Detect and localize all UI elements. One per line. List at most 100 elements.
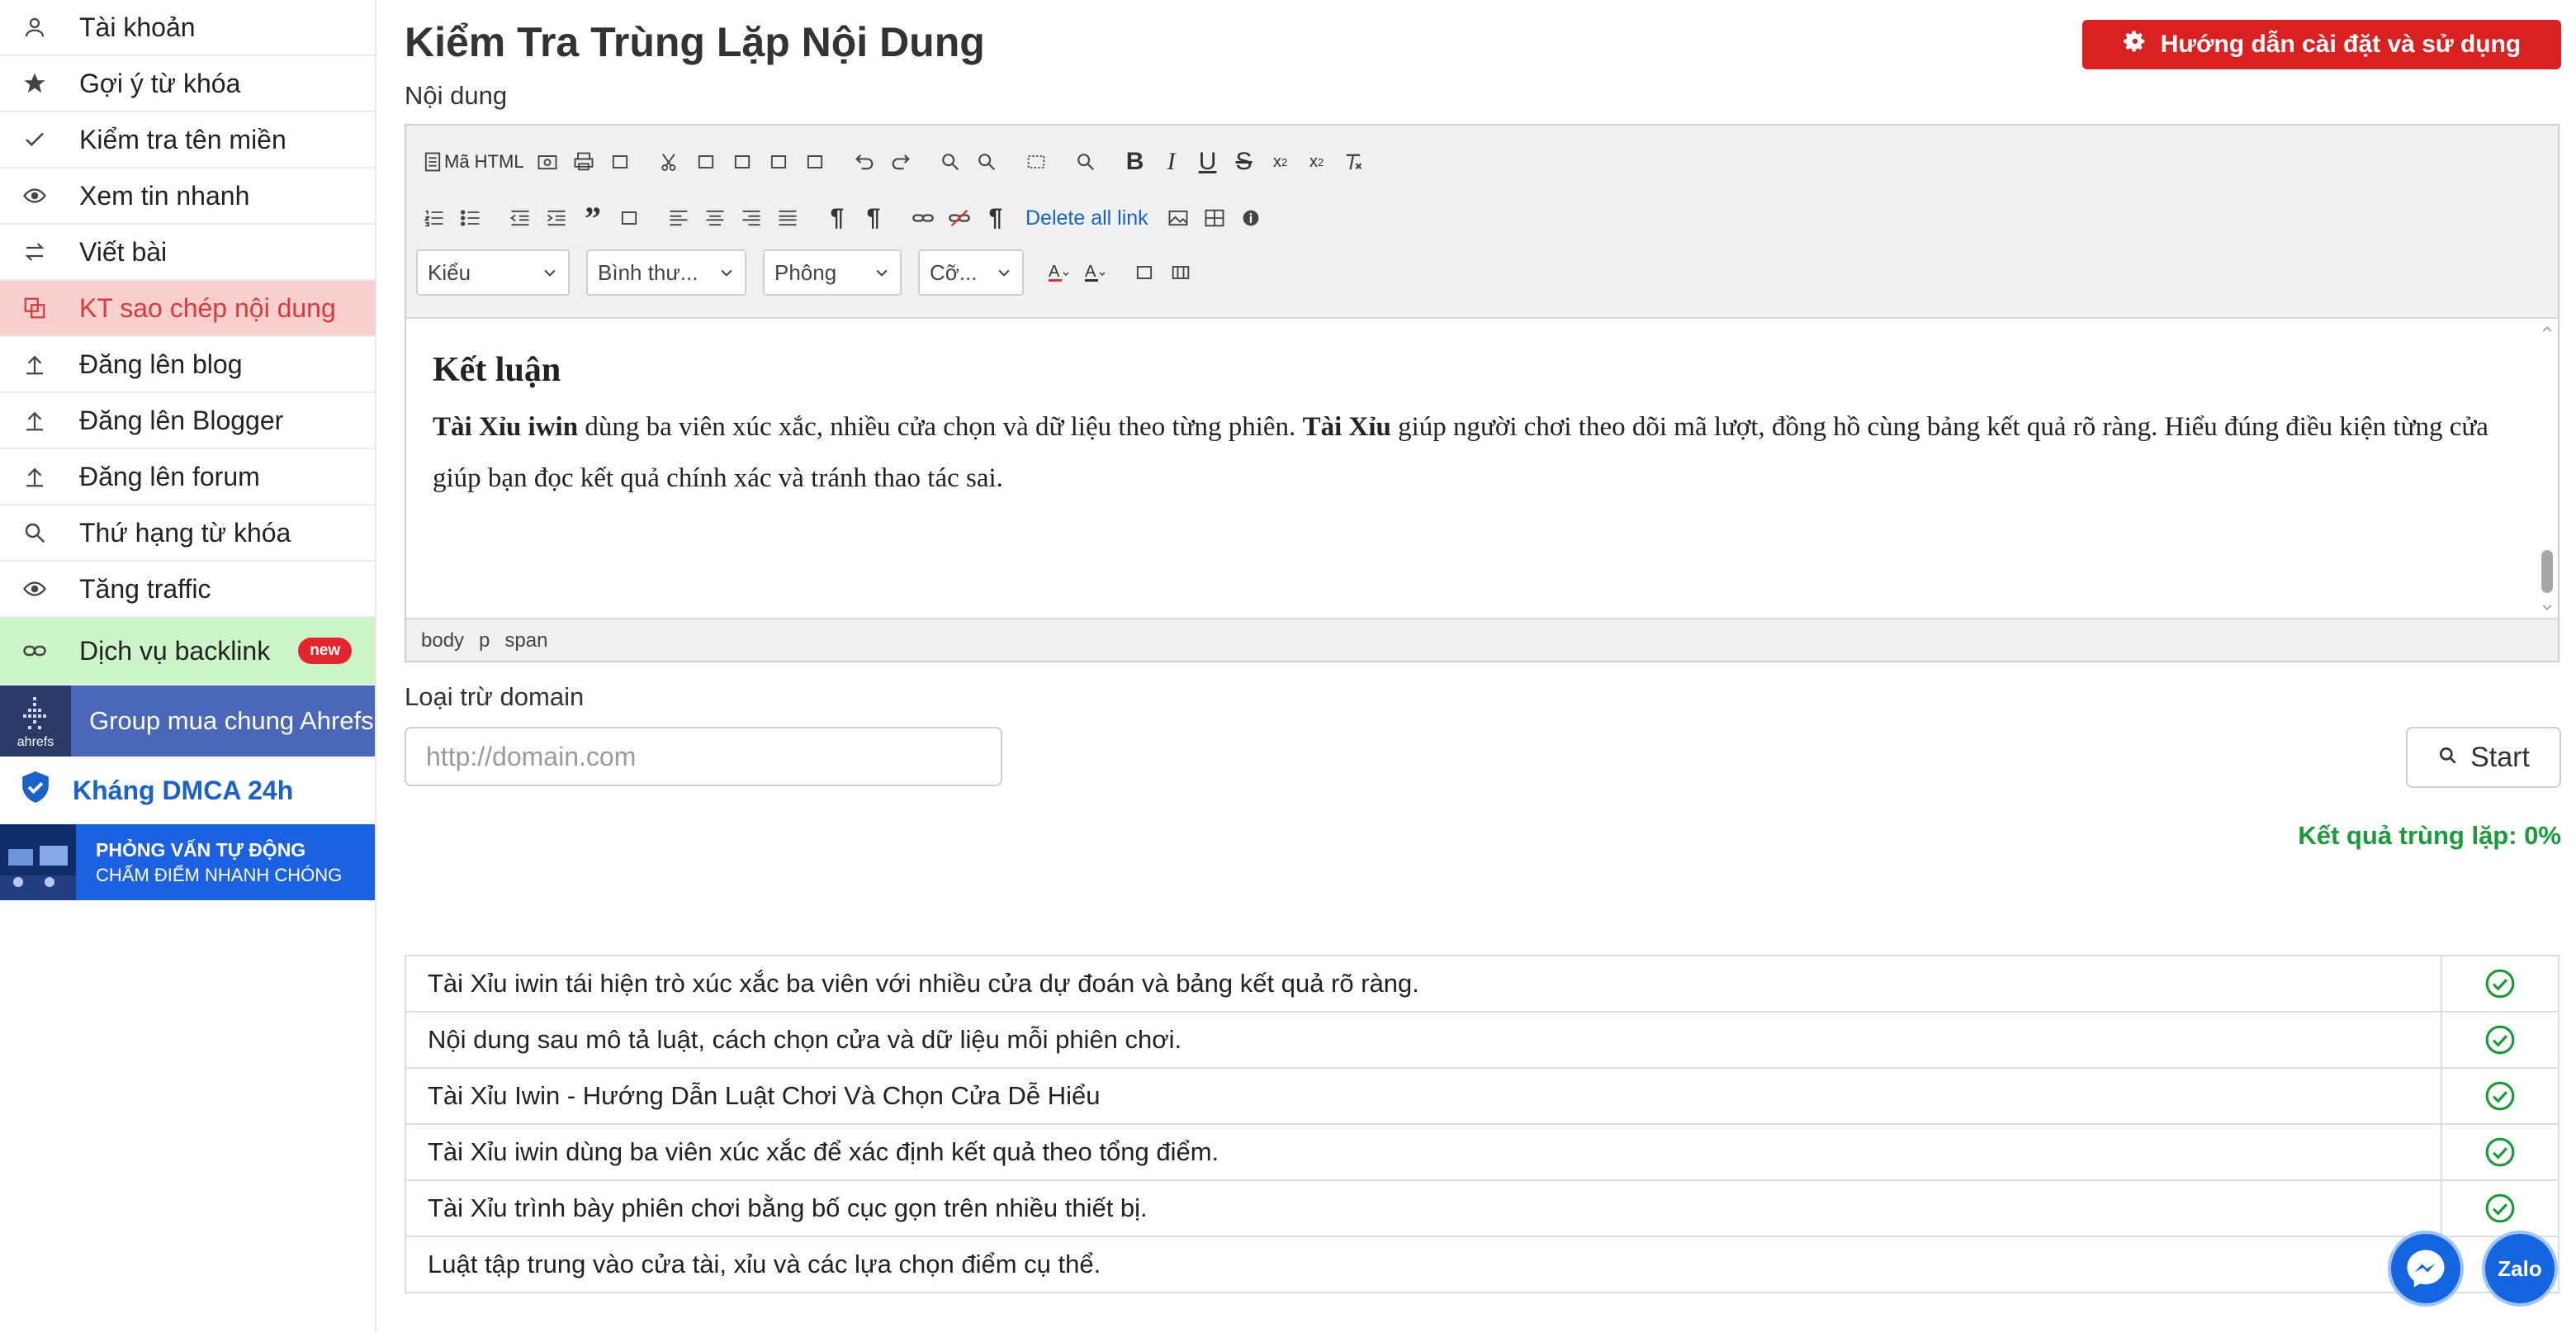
anchor-button[interactable]: ¶ — [978, 200, 1014, 236]
select-all-button[interactable] — [1018, 144, 1054, 180]
spellcheck-button[interactable] — [1068, 144, 1104, 180]
div-button[interactable] — [611, 200, 647, 236]
path-element[interactable]: span — [504, 629, 547, 652]
source-html-button[interactable]: Mã HTML — [416, 144, 529, 180]
cut-button[interactable] — [651, 144, 688, 180]
search-icon — [941, 154, 959, 171]
sidebar-item-domain-check[interactable]: Kiểm tra tên miền — [0, 112, 375, 168]
dmca-label: Kháng DMCA 24h — [73, 775, 294, 805]
link-button[interactable] — [905, 200, 941, 236]
strike-button[interactable]: S — [1226, 144, 1262, 180]
align-justify-button[interactable] — [769, 200, 806, 236]
bullet-list-button[interactable] — [452, 200, 489, 236]
font-select-value: Phông — [774, 259, 837, 285]
guide-button-label: Hướng dẫn cài đặt và sử dụng — [2160, 31, 2522, 58]
result-table: Tài Xỉu iwin tái hiện trò xúc xắc ba viê… — [405, 955, 2559, 1293]
exclude-domain-label: Loại trừ domain — [405, 682, 585, 711]
bg-color-button[interactable]: A — [1077, 254, 1113, 291]
scroll-down-arrow[interactable] — [2536, 596, 2558, 618]
sidebar-banner-interview[interactable]: PHỎNG VẤN TỰ ĐỘNG CHẤM ĐIỂM NHANH CHÓNG — [0, 824, 375, 900]
style-select[interactable]: Kiểu — [416, 249, 570, 296]
editor-content[interactable]: Kết luận Tài Xỉu iwin dùng ba viên xúc x… — [406, 317, 2558, 619]
sidebar-item-account[interactable]: Tài khoản — [0, 0, 375, 56]
sidebar-item-label: Viết bài — [79, 236, 168, 267]
sidebar-item-post-forum[interactable]: Đăng lên forum — [0, 449, 375, 505]
sidebar-item-keyword-suggest[interactable]: Gợi ý từ khóa — [0, 56, 375, 112]
align-right-button[interactable] — [733, 200, 769, 236]
sidebar-banner-ahrefs[interactable]: ahrefs Group mua chung Ahrefs — [0, 685, 375, 757]
blockquote-button[interactable]: ” — [575, 200, 611, 237]
unlink-icon — [949, 209, 970, 227]
paste-word-button[interactable] — [797, 144, 833, 180]
result-sentence: Tài Xỉu iwin tái hiện trò xúc xắc ba viê… — [406, 956, 2442, 1011]
content-label: Nội dung — [405, 81, 508, 110]
align-left-button[interactable] — [661, 200, 697, 236]
duplicate-result-label: Kết quả trùng lặp: 0% — [2298, 821, 2561, 850]
paste-button[interactable] — [724, 144, 760, 180]
replace-button[interactable] — [968, 144, 1005, 180]
table-button[interactable] — [1196, 200, 1233, 236]
sidebar-item-traffic[interactable]: Tăng traffic — [0, 562, 375, 618]
sidebar-item-post-blogger[interactable]: Đăng lên Blogger — [0, 393, 375, 449]
paste-text-button[interactable] — [760, 144, 797, 180]
check-circle-icon — [2485, 1137, 2515, 1167]
search-icon — [1077, 154, 1094, 171]
info-button[interactable] — [1233, 200, 1269, 236]
sidebar-item-keyword-rank[interactable]: Thứ hạng từ khóa — [0, 505, 375, 562]
table-row: Nội dung sau mô tả luật, cách chọn cửa v… — [405, 1013, 2559, 1069]
unlink-button[interactable] — [941, 200, 978, 236]
font-select[interactable]: Phông — [763, 249, 902, 296]
undo-button[interactable] — [846, 144, 883, 180]
sidebar-item-dmca[interactable]: Kháng DMCA 24h — [0, 757, 375, 824]
show-blocks-icon — [1172, 266, 1190, 279]
bold-button[interactable]: B — [1117, 144, 1153, 180]
show-blocks-button[interactable] — [1163, 254, 1199, 291]
size-select[interactable]: Cỡ... — [918, 249, 1024, 296]
table-row: Luật tập trung vào cửa tài, xỉu và các l… — [405, 1237, 2559, 1293]
preview-button[interactable] — [529, 144, 566, 180]
copy-button[interactable] — [688, 144, 724, 180]
rich-text-editor: Mã HTML B I U S x 2 x 2 ” ¶ ¶ ¶ Delete a… — [405, 124, 2559, 662]
sidebar-item-copy-check[interactable]: KT sao chép nội dung — [0, 281, 375, 337]
superscript-button[interactable]: x2 — [1299, 144, 1335, 180]
align-center-button[interactable] — [697, 200, 733, 236]
underline-button[interactable]: U — [1190, 144, 1226, 180]
scroll-up-arrow[interactable] — [2536, 319, 2558, 340]
sidebar-item-quick-news[interactable]: Xem tin nhanh — [0, 168, 375, 225]
outdent-button[interactable] — [502, 200, 538, 236]
find-button[interactable] — [932, 144, 968, 180]
rtl-button[interactable]: ¶ — [855, 200, 892, 236]
image-button[interactable] — [1160, 200, 1196, 236]
path-element[interactable]: body — [421, 629, 464, 652]
text-color-button[interactable]: A — [1040, 254, 1077, 291]
sidebar-item-backlink[interactable]: Dịch vụ backlink new — [0, 618, 375, 685]
messenger-button[interactable] — [2388, 1231, 2464, 1307]
maximize-button[interactable] — [1126, 254, 1163, 291]
zalo-button[interactable]: Zalo — [2482, 1231, 2558, 1307]
sidebar-item-post-blog[interactable]: Đăng lên blog — [0, 337, 375, 393]
status-cell — [2442, 956, 2558, 1011]
redo-button[interactable] — [883, 144, 919, 180]
new-badge: new — [298, 638, 353, 664]
print-button[interactable] — [566, 144, 602, 180]
editor-toolbar: Mã HTML B I U S x 2 x 2 ” ¶ ¶ ¶ Delete a… — [406, 126, 2558, 309]
remove-format-button[interactable] — [1335, 144, 1371, 180]
format-select[interactable]: Bình thư... — [586, 249, 746, 296]
guide-button[interactable]: Hướng dẫn cài đặt và sử dụng — [2082, 20, 2561, 69]
scroll-thumb[interactable] — [2541, 550, 2553, 593]
ltr-button[interactable]: ¶ — [819, 200, 855, 236]
templates-button[interactable] — [602, 144, 638, 180]
indent-button[interactable] — [538, 200, 575, 236]
start-button[interactable]: Start — [2406, 727, 2561, 788]
subscript-button[interactable]: x2 — [1262, 144, 1299, 180]
path-element[interactable]: p — [479, 629, 490, 652]
chevron-down-icon — [876, 269, 888, 277]
exclude-domain-input[interactable] — [405, 727, 1002, 786]
check-icon — [18, 123, 51, 156]
numbered-list-button[interactable] — [416, 200, 452, 236]
editor-scrollbar[interactable] — [2536, 319, 2558, 618]
sidebar-item-write-post[interactable]: Viết bài — [0, 225, 375, 281]
delete-all-link-button[interactable]: Delete all link — [1014, 206, 1160, 230]
italic-button[interactable]: I — [1153, 144, 1190, 180]
check-circle-icon — [2485, 1025, 2515, 1055]
